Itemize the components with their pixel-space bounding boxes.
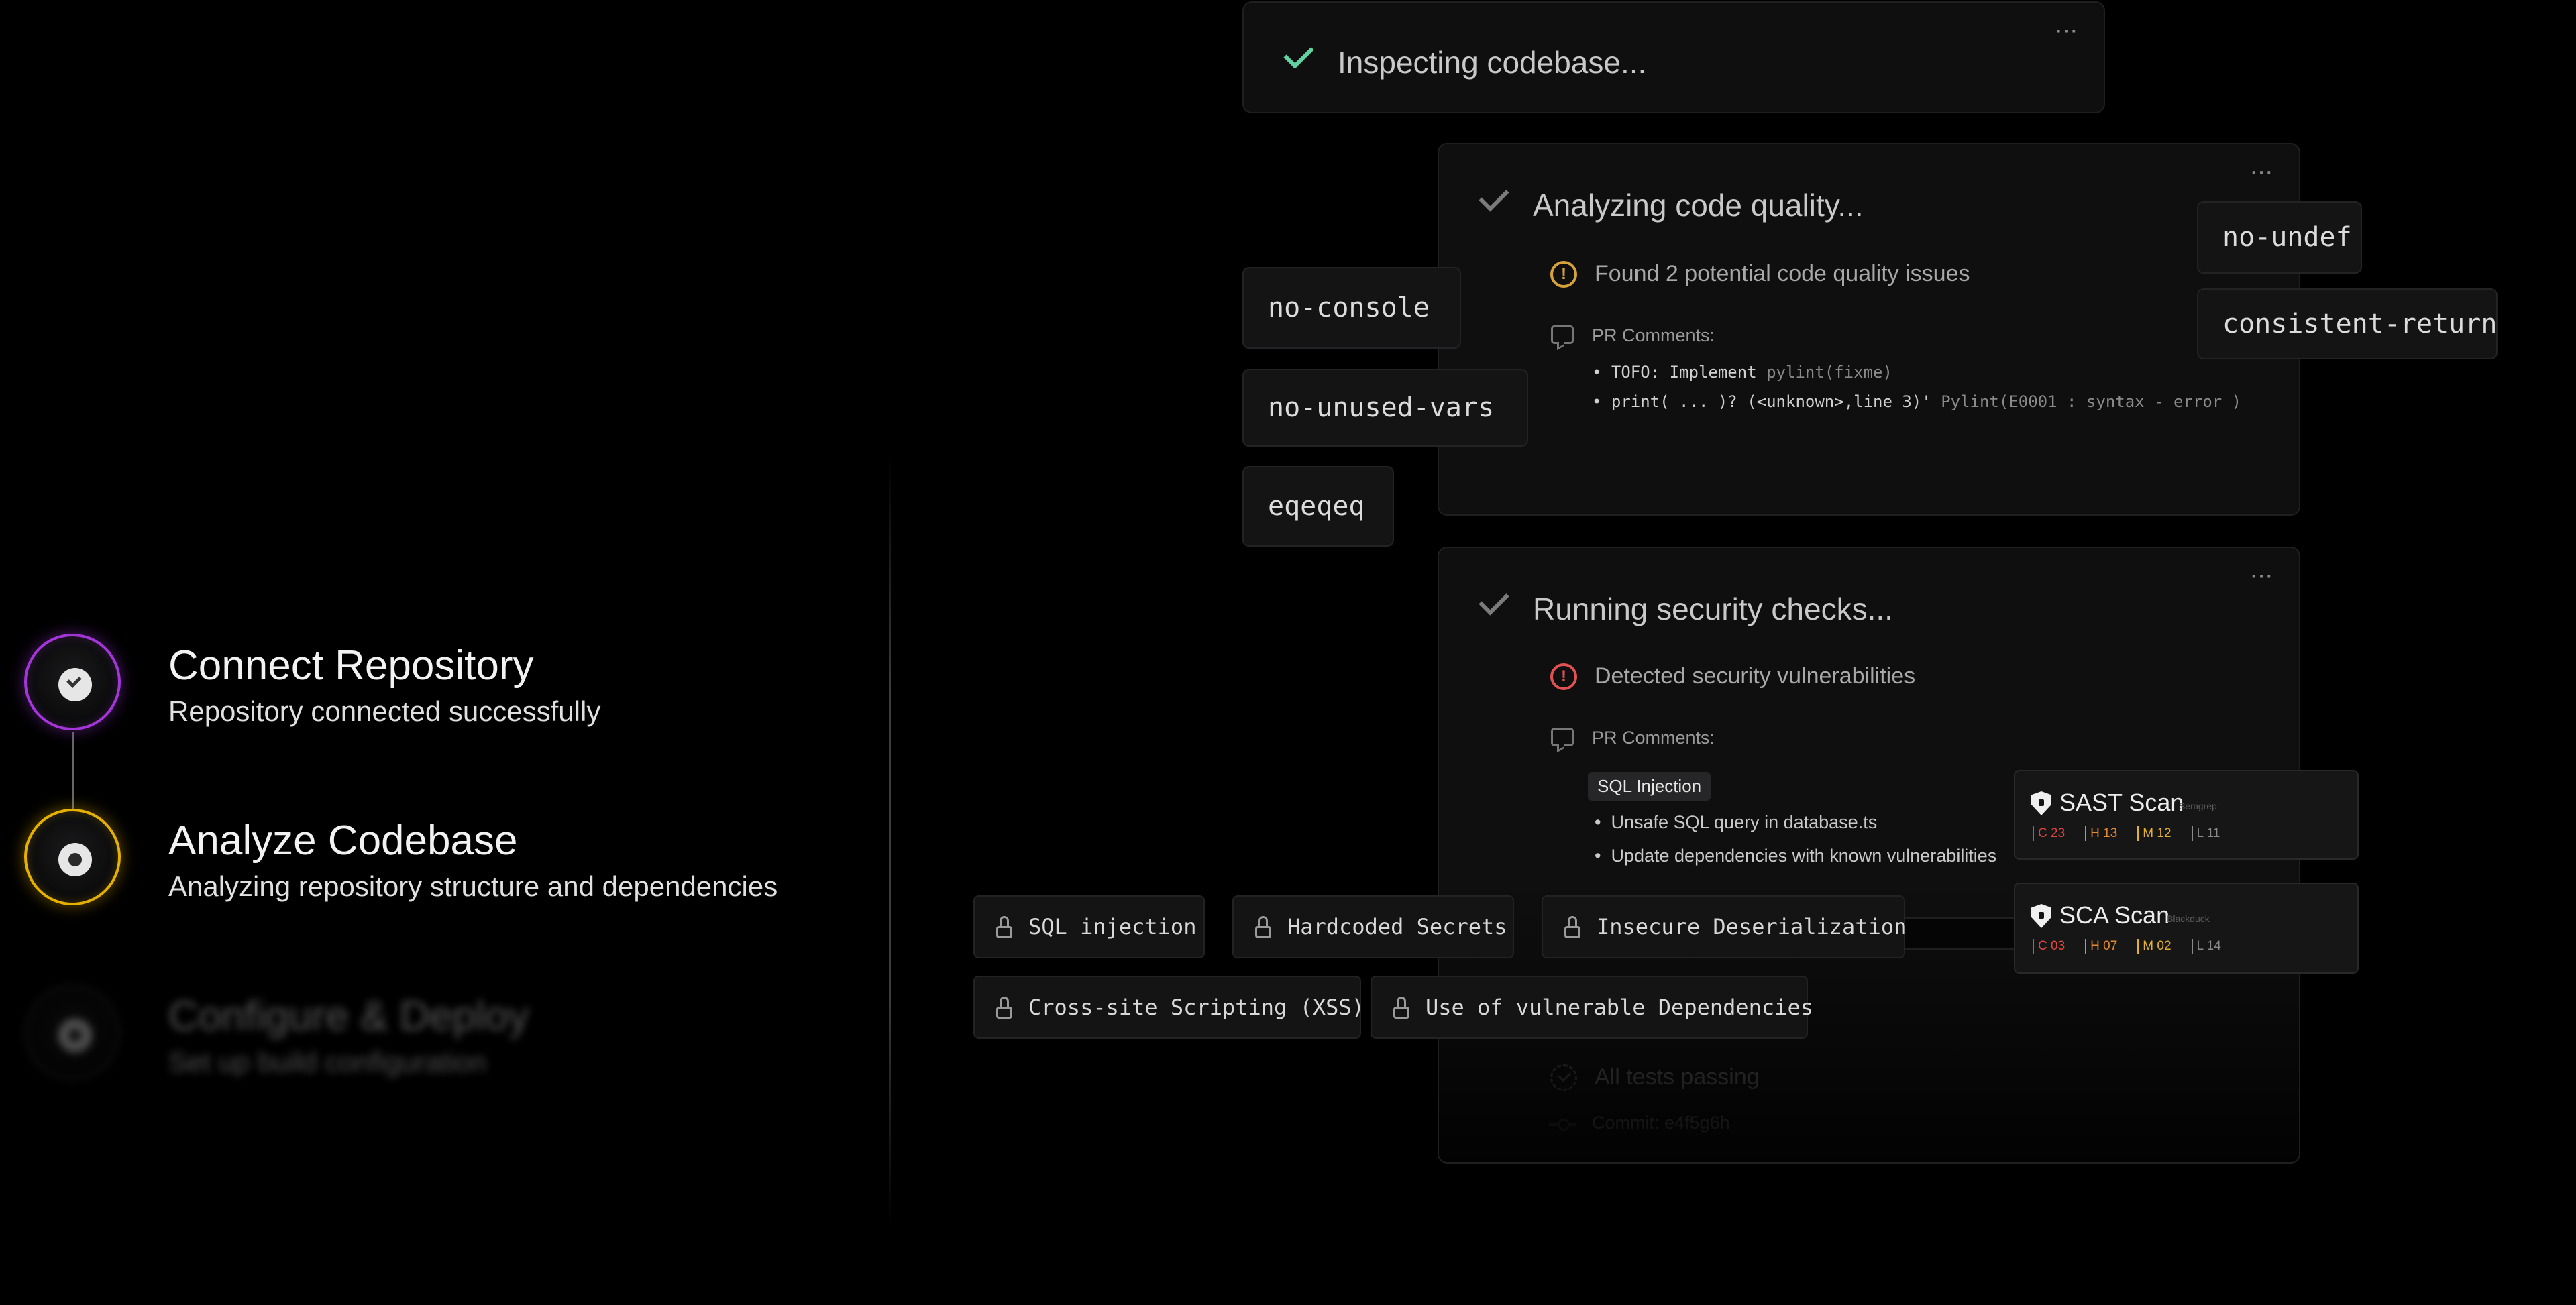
scan-stats: C 23 H 13 M 12 L 11 [2033,826,2220,841]
scan-title: SAST Scan [2059,789,2184,816]
step-status-ring [24,634,121,730]
step-subtitle: Repository connected successfully [168,695,601,727]
more-options-icon[interactable]: ··· [2249,561,2273,588]
step-subtitle: Analyzing repository structure and depen… [168,870,778,902]
sql-injection-tag: SQL Injection [1588,772,1711,801]
vulnerability-chip[interactable]: Insecure Deserialization [1542,895,1907,958]
pr-comment: • TOFO: Implement pylint(fixme) [1592,363,1892,382]
check-icon [1479,585,1509,616]
sca-scan-card[interactable]: SCA Scan Blackduck C 03 H 07 M 02 L 14 [2014,883,2359,974]
security-item: • Update dependencies with known vulnera… [1595,846,1997,866]
lock-icon [1392,996,1412,1019]
check-icon [1283,38,1314,69]
step-title: Configure & Deploy [168,993,529,1039]
section-divider [889,456,891,1227]
medium-count: M 12 [2137,826,2171,841]
lock-icon [995,996,1015,1019]
pr-comments-label: PR Comments: [1592,325,1715,345]
pr-comment: • print( ... )? (<unknown>,line 3)' Pyli… [1592,392,2242,411]
step-connect-repository[interactable]: Connect Repository Repository connected … [24,634,856,734]
low-count: L 14 [2191,939,2221,954]
card-title: Inspecting codebase... [1338,45,1647,80]
scan-source: Blackduck [2167,913,2210,924]
progress-dot-icon [68,853,82,866]
comment-icon [1551,325,1574,344]
card-title: Analyzing code quality... [1533,188,1864,223]
pr-comments-label: PR Comments: [1592,728,1715,748]
warning-icon: ! [1550,261,1577,288]
step-title: Analyze Codebase [168,817,518,864]
security-item: • Unsafe SQL query in database.ts [1595,812,1878,832]
lint-rule-chip[interactable]: no-unused-vars [1242,369,1528,447]
pending-dot-icon [68,1029,82,1042]
lock-icon [995,915,1015,938]
shield-icon [2031,791,2051,815]
tests-passing-icon [1550,1064,1577,1091]
lint-rule-chip[interactable]: consistent-return [2197,288,2498,359]
medium-count: M 02 [2137,939,2171,954]
more-options-icon[interactable]: ··· [2249,158,2273,184]
commit-icon [1549,1119,1576,1131]
high-count: H 07 [2085,939,2117,954]
code-quality-card: Analyzing code quality... ··· ! Found 2 … [1438,143,2300,516]
commit-hash: Commit: e4f5g6h [1592,1113,1730,1133]
check-icon [66,673,82,688]
critical-count: C 23 [2033,826,2065,841]
card-title: Running security checks... [1533,591,1893,626]
step-analyze-codebase[interactable]: Analyze Codebase Analyzing repository st… [24,809,856,909]
quality-finding: Found 2 potential code quality issues [1595,261,1970,286]
comment-icon [1551,728,1574,746]
error-icon: ! [1550,663,1577,690]
shield-icon [2031,904,2051,928]
scan-stats: C 03 H 07 M 02 L 14 [2033,939,2221,954]
inspect-codebase-card: Inspecting codebase... ··· [1242,1,2105,113]
step-status-ring [24,984,121,1081]
tests-status: All tests passing [1595,1064,1760,1090]
more-options-icon[interactable]: ··· [2054,16,2078,43]
lock-icon [1563,915,1583,938]
vulnerability-chip[interactable]: Use of vulnerable Dependencies [1371,976,1813,1039]
step-connector [72,732,74,809]
check-icon [1479,181,1509,212]
critical-count: C 03 [2033,939,2065,954]
step-title: Connect Repository [168,642,534,689]
step-status-ring [24,809,121,905]
lint-rule-chip[interactable]: no-console [1242,267,1461,349]
scan-title: SCA Scan [2059,901,2170,929]
scan-source: Semgrep [2179,801,2217,811]
step-configure-deploy[interactable]: Configure & Deploy Set up build configur… [24,984,856,1085]
lint-rule-chip[interactable]: no-undef [2197,201,2362,274]
security-finding: Detected security vulnerabilities [1595,663,1916,689]
vulnerability-chip[interactable]: Hardcoded Secrets [1232,895,1514,958]
high-count: H 13 [2085,826,2117,841]
lint-rule-chip[interactable]: eqeqeq [1242,466,1394,547]
lock-icon [1254,915,1274,938]
step-subtitle: Set up build configuration [168,1046,486,1078]
vulnerability-chip[interactable]: Cross-site Scripting (XSS) [973,976,1364,1039]
low-count: L 11 [2191,826,2220,841]
vulnerability-chip[interactable]: SQL injection [973,895,1205,958]
sast-scan-card[interactable]: SAST Scan Semgrep C 23 H 13 M 12 L 11 [2014,770,2359,860]
